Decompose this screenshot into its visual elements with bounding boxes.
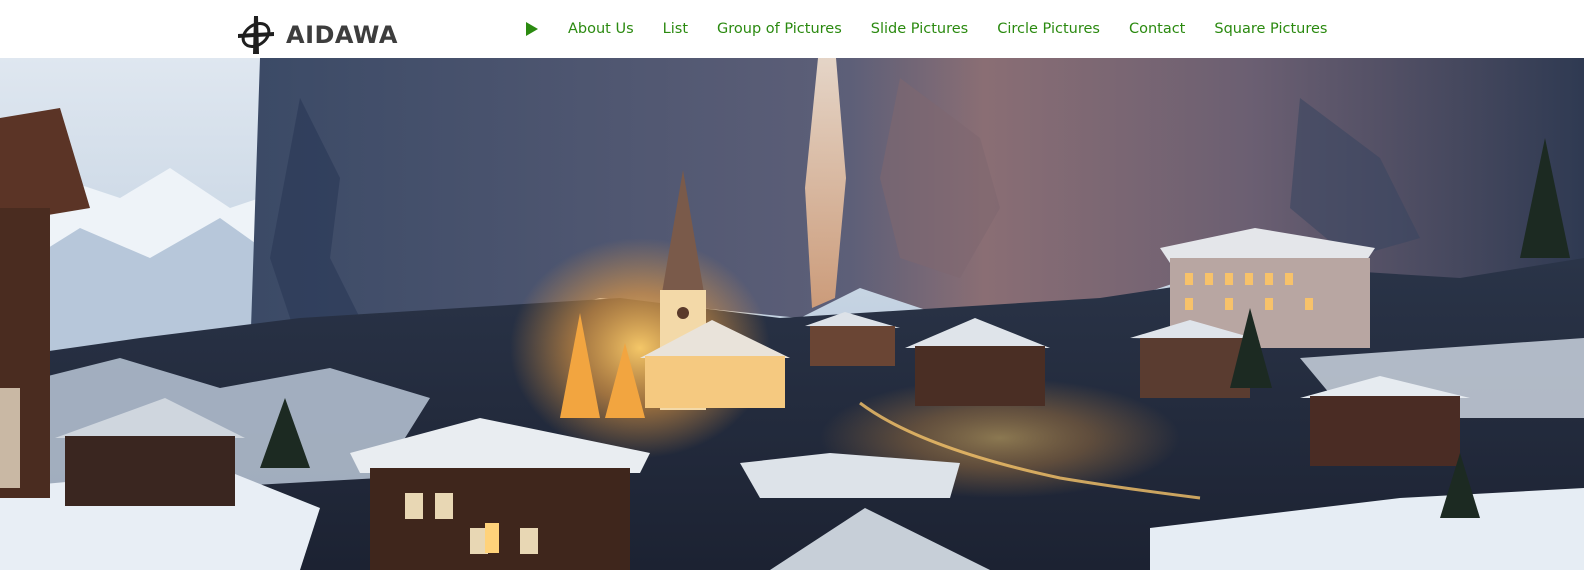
nav-square-pictures[interactable]: Square Pictures	[1214, 21, 1327, 37]
play-icon[interactable]	[525, 21, 539, 37]
nav-group-of-pictures[interactable]: Group of Pictures	[717, 21, 842, 37]
site-header: AIDAWA About Us List Group of Pictures S…	[0, 0, 1584, 58]
nav-contact[interactable]: Contact	[1129, 21, 1185, 37]
brand-logo-link[interactable]: AIDAWA	[236, 14, 398, 56]
hero-banner	[0, 58, 1584, 570]
nav-slide-pictures[interactable]: Slide Pictures	[871, 21, 968, 37]
nav-circle-pictures[interactable]: Circle Pictures	[997, 21, 1100, 37]
nav-about-us[interactable]: About Us	[568, 21, 634, 37]
main-nav: About Us List Group of Pictures Slide Pi…	[525, 17, 1356, 41]
alpine-village-at-dusk-hero-image	[0, 58, 1584, 570]
nav-list[interactable]: List	[663, 21, 688, 37]
brand-name: AIDAWA	[286, 21, 398, 49]
cross-ring-logo-icon	[238, 16, 274, 54]
